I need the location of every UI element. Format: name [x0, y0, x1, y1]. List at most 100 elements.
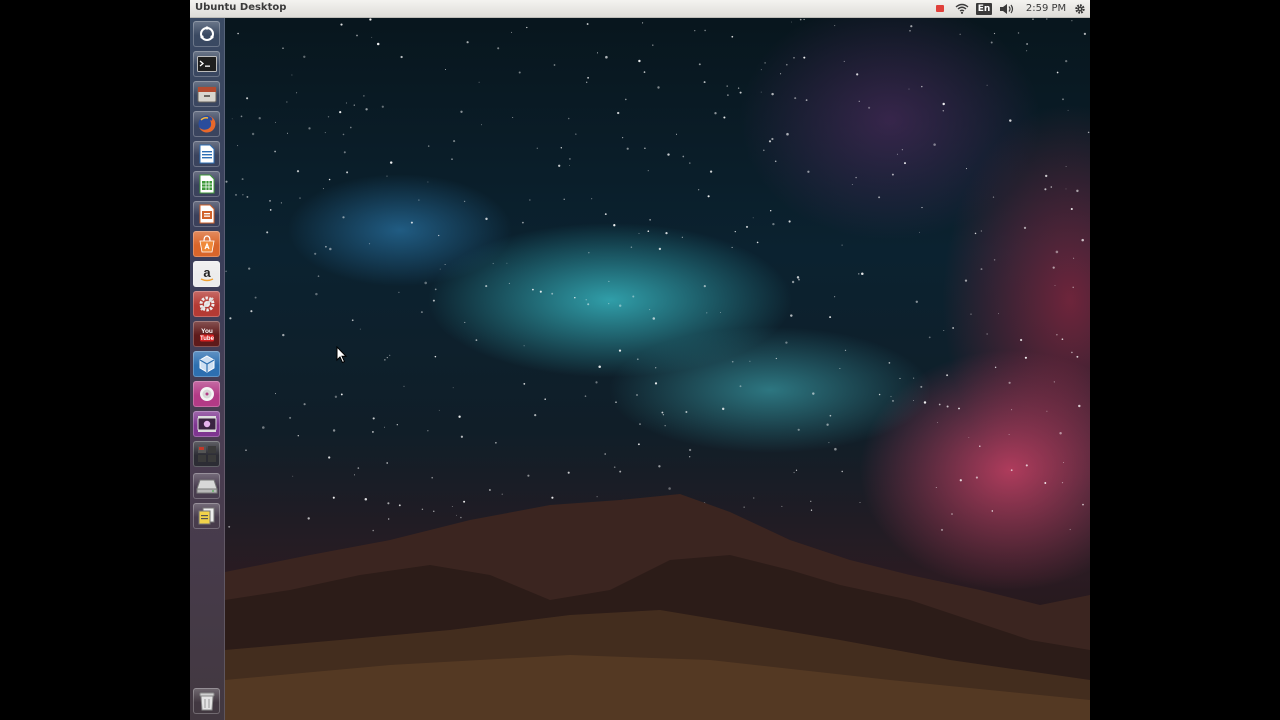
launcher-item-files[interactable]	[193, 81, 220, 107]
star	[586, 23, 589, 25]
launcher-item-libreoffice-impress[interactable]	[193, 201, 220, 227]
star	[868, 106, 871, 109]
star	[726, 85, 728, 87]
star	[1032, 18, 1034, 20]
star	[734, 230, 736, 233]
star	[1061, 338, 1064, 341]
launcher-item-drive[interactable]	[193, 473, 220, 499]
star	[810, 500, 812, 502]
desktop-screen: Ubuntu Desktop En 2:59 PM a You Tube	[190, 0, 1090, 720]
launcher-item-amazon[interactable]: a	[193, 261, 220, 287]
launcher-item-media-app[interactable]	[193, 381, 220, 407]
star	[851, 183, 853, 185]
star	[980, 268, 983, 271]
launcher-item-firefox[interactable]	[193, 111, 220, 137]
star	[878, 393, 881, 396]
network-wifi-icon[interactable]	[954, 1, 970, 16]
launcher-item-libreoffice-calc[interactable]	[193, 171, 220, 197]
star	[909, 29, 911, 32]
star	[706, 312, 708, 314]
star	[463, 200, 466, 203]
star	[921, 207, 923, 209]
star	[990, 41, 993, 44]
star	[764, 62, 766, 64]
star	[1011, 409, 1013, 411]
recording-icon[interactable]	[934, 1, 946, 16]
star	[1019, 338, 1023, 342]
star	[797, 428, 800, 431]
star	[237, 145, 239, 147]
star	[958, 407, 960, 410]
star	[464, 321, 466, 323]
launcher-item-document-viewer[interactable]	[193, 503, 220, 529]
star	[386, 175, 388, 177]
launcher-item-workspace-switcher[interactable]	[193, 441, 220, 467]
star	[551, 496, 554, 499]
star	[920, 385, 923, 388]
workspace-switcher-icon	[197, 445, 217, 463]
star	[1065, 59, 1068, 63]
star	[638, 59, 641, 63]
star	[1061, 481, 1064, 484]
star	[371, 36, 373, 38]
star	[647, 230, 650, 233]
trash-icon	[198, 691, 216, 711]
star	[626, 147, 629, 150]
star	[400, 55, 403, 59]
star	[286, 132, 289, 134]
star	[403, 385, 405, 387]
session-gear-icon[interactable]	[1073, 1, 1087, 16]
clock[interactable]: 2:59 PM	[1022, 1, 1070, 16]
launcher-item-trash[interactable]	[193, 688, 220, 714]
star	[424, 281, 427, 285]
star	[774, 160, 777, 163]
star	[438, 234, 440, 237]
star	[637, 443, 640, 446]
star	[942, 110, 945, 112]
launcher-item-libreoffice-writer[interactable]	[193, 141, 220, 167]
star	[340, 23, 343, 26]
star	[714, 112, 717, 115]
launcher-item-terminal[interactable]	[193, 51, 220, 77]
star	[586, 81, 588, 83]
star	[605, 55, 608, 59]
star	[910, 25, 913, 28]
star	[891, 399, 895, 402]
star	[763, 149, 765, 152]
launcher-item-system-settings[interactable]	[193, 291, 220, 317]
launcher-item-virtualbox[interactable]	[193, 351, 220, 377]
star	[242, 194, 244, 196]
keyboard-layout-icon[interactable]: En	[975, 1, 993, 16]
star	[649, 219, 651, 221]
star	[365, 108, 368, 111]
star	[280, 202, 283, 204]
star	[756, 241, 759, 244]
volume-icon[interactable]	[998, 1, 1016, 16]
star	[418, 199, 420, 201]
star	[389, 161, 393, 164]
star	[901, 149, 903, 151]
star	[1063, 462, 1064, 463]
star	[451, 505, 453, 508]
launcher-item-dash-home[interactable]	[193, 21, 220, 47]
launcher-item-ubuntu-software-center[interactable]	[193, 231, 220, 257]
star	[904, 162, 906, 165]
star	[384, 359, 386, 361]
star	[501, 493, 503, 495]
star	[387, 502, 390, 505]
star	[386, 462, 389, 464]
star	[262, 426, 265, 429]
star	[567, 471, 570, 474]
star	[420, 311, 423, 314]
launcher-item-youtube[interactable]: You Tube	[193, 321, 220, 347]
star	[567, 117, 570, 120]
launcher-item-video-app[interactable]	[193, 411, 220, 437]
star	[231, 118, 233, 120]
desktop-wallpaper[interactable]	[190, 0, 1090, 720]
star	[317, 275, 320, 277]
star	[731, 35, 734, 38]
star	[942, 102, 945, 106]
star	[636, 358, 639, 361]
star	[1056, 71, 1059, 74]
star	[937, 421, 939, 423]
